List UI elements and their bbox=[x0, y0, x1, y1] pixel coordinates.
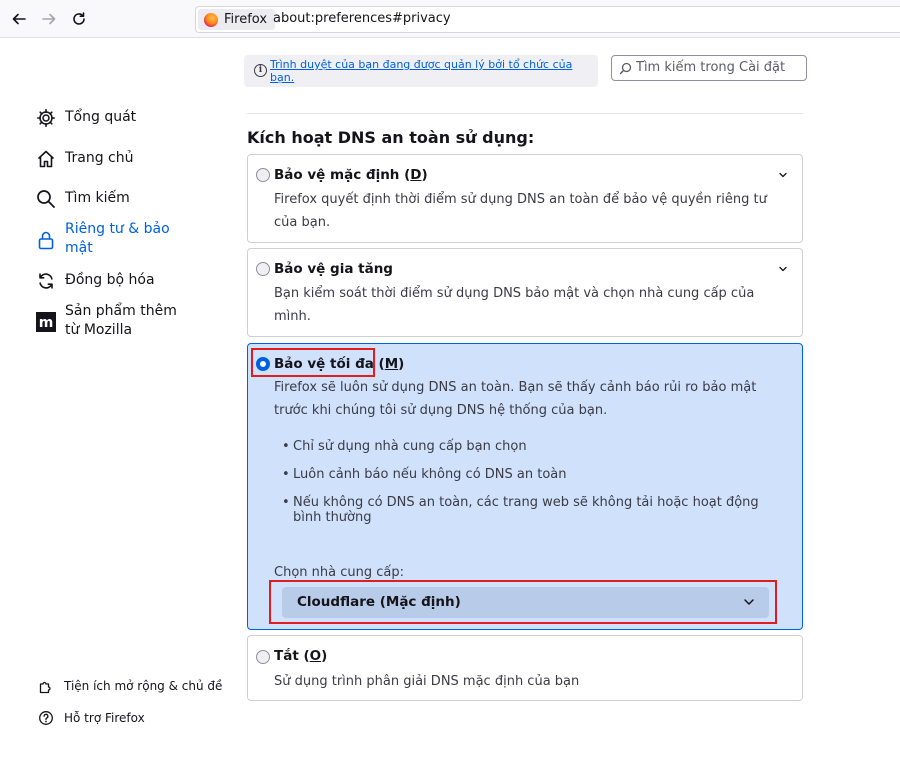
bullet-list: Chỉ sử dụng nhà cung cấp bạn chọn Luôn c… bbox=[282, 439, 772, 538]
sidebar-link-support[interactable]: Hỗ trợ Firefox bbox=[38, 710, 145, 726]
list-item: Luôn cảnh báo nếu không có DNS an toàn bbox=[282, 467, 772, 482]
sidebar-item-search[interactable]: Tìm kiếm bbox=[36, 189, 206, 209]
list-item: Nếu không có DNS an toàn, các trang web … bbox=[282, 495, 772, 525]
option-title: Tắt (O) bbox=[274, 648, 328, 664]
sidebar-item-label: Đồng bộ hóa bbox=[65, 272, 155, 288]
identity-label: Firefox bbox=[224, 12, 268, 27]
managed-notice-link[interactable]: Trình duyệt của bạn đang được quản lý bở… bbox=[270, 58, 590, 84]
arrow-right-icon bbox=[42, 13, 56, 25]
managed-notice: i Trình duyệt của bạn đang được quản lý … bbox=[244, 55, 598, 87]
sync-icon bbox=[36, 271, 56, 291]
footer-link-label: Hỗ trợ Firefox bbox=[64, 711, 145, 725]
option-title: Bảo vệ mặc định (D) bbox=[274, 167, 428, 183]
puzzle-icon bbox=[39, 681, 51, 694]
svg-text:m: m bbox=[39, 315, 54, 331]
sidebar-item-mozilla-products[interactable]: m Sản phẩm thêm từ Mozilla bbox=[36, 302, 206, 340]
home-icon bbox=[36, 149, 56, 169]
reload-button[interactable] bbox=[68, 8, 90, 30]
option-description: Bạn kiểm soát thời điểm sử dụng DNS bảo … bbox=[274, 286, 755, 324]
url-bar[interactable]: Firefox about:preferences#privacy bbox=[195, 6, 900, 33]
reload-icon bbox=[73, 12, 85, 25]
list-item: Chỉ sử dụng nhà cung cấp bạn chọn bbox=[282, 439, 772, 454]
dns-heading: Kích hoạt DNS an toàn sử dụng: bbox=[247, 128, 535, 147]
url-text[interactable]: about:preferences#privacy bbox=[273, 11, 451, 26]
help-icon bbox=[39, 711, 53, 725]
sidebar-item-label: Trang chủ bbox=[65, 150, 134, 166]
dns-option-increased[interactable]: Bảo vệ gia tăng Bạn kiểm soát thời điểm … bbox=[247, 248, 803, 337]
sidebar-item-general[interactable]: Tổng quát bbox=[36, 108, 206, 128]
footer-link-label: Tiện ích mở rộng & chủ đề bbox=[64, 679, 223, 693]
highlight-max-option bbox=[251, 348, 375, 377]
info-icon: i bbox=[254, 64, 267, 77]
provider-label: Chọn nhà cung cấp: bbox=[274, 565, 404, 580]
sidebar-item-label: Sản phẩm thêm từ Mozilla bbox=[65, 303, 177, 338]
sidebar-item-label: Tìm kiếm bbox=[65, 190, 130, 206]
search-placeholder: Tìm kiếm trong Cài đặt bbox=[636, 60, 786, 75]
chevron-down-icon[interactable] bbox=[778, 171, 788, 179]
firefox-logo-icon bbox=[204, 12, 218, 27]
sidebar-item-label: Riêng tư & bảo mật bbox=[65, 221, 170, 256]
option-title: Bảo vệ gia tăng bbox=[274, 261, 393, 277]
radio-increased[interactable] bbox=[256, 262, 270, 276]
sidebar-item-label: Tổng quát bbox=[65, 109, 137, 125]
identity-box[interactable]: Firefox bbox=[198, 9, 276, 30]
highlight-provider-select bbox=[269, 580, 777, 624]
radio-default[interactable] bbox=[256, 168, 270, 182]
gear-icon bbox=[36, 108, 56, 128]
dns-option-default[interactable]: Bảo vệ mặc định (D) Firefox quyết định t… bbox=[247, 154, 803, 243]
sidebar-item-home[interactable]: Trang chủ bbox=[36, 149, 206, 169]
sidebar-link-addons[interactable]: Tiện ích mở rộng & chủ đề bbox=[38, 678, 222, 694]
dns-option-off[interactable]: Tắt (O) Sử dụng trình phân giải DNS mặc … bbox=[247, 635, 803, 701]
radio-off[interactable] bbox=[256, 650, 270, 664]
search-icon bbox=[619, 62, 632, 75]
sidebar-item-sync[interactable]: Đồng bộ hóa bbox=[36, 271, 206, 291]
divider bbox=[247, 113, 803, 114]
option-description: Firefox sẽ luôn sử dụng DNS an toàn. Bạn… bbox=[274, 380, 757, 418]
arrow-left-icon bbox=[12, 13, 26, 25]
settings-search[interactable]: Tìm kiếm trong Cài đặt bbox=[611, 55, 807, 81]
option-description: Firefox quyết định thời điểm sử dụng DNS… bbox=[274, 192, 767, 230]
browser-toolbar: Firefox about:preferences#privacy bbox=[0, 0, 900, 38]
chevron-down-icon[interactable] bbox=[778, 265, 788, 273]
forward-button[interactable] bbox=[38, 8, 60, 30]
search-icon bbox=[36, 189, 56, 209]
option-description: Sử dụng trình phân giải DNS mặc định của… bbox=[274, 674, 580, 689]
back-button[interactable] bbox=[8, 8, 30, 30]
sidebar-item-privacy[interactable]: Riêng tư & bảo mật bbox=[36, 220, 206, 258]
mozilla-icon: m bbox=[36, 312, 56, 332]
lock-icon bbox=[36, 230, 56, 250]
